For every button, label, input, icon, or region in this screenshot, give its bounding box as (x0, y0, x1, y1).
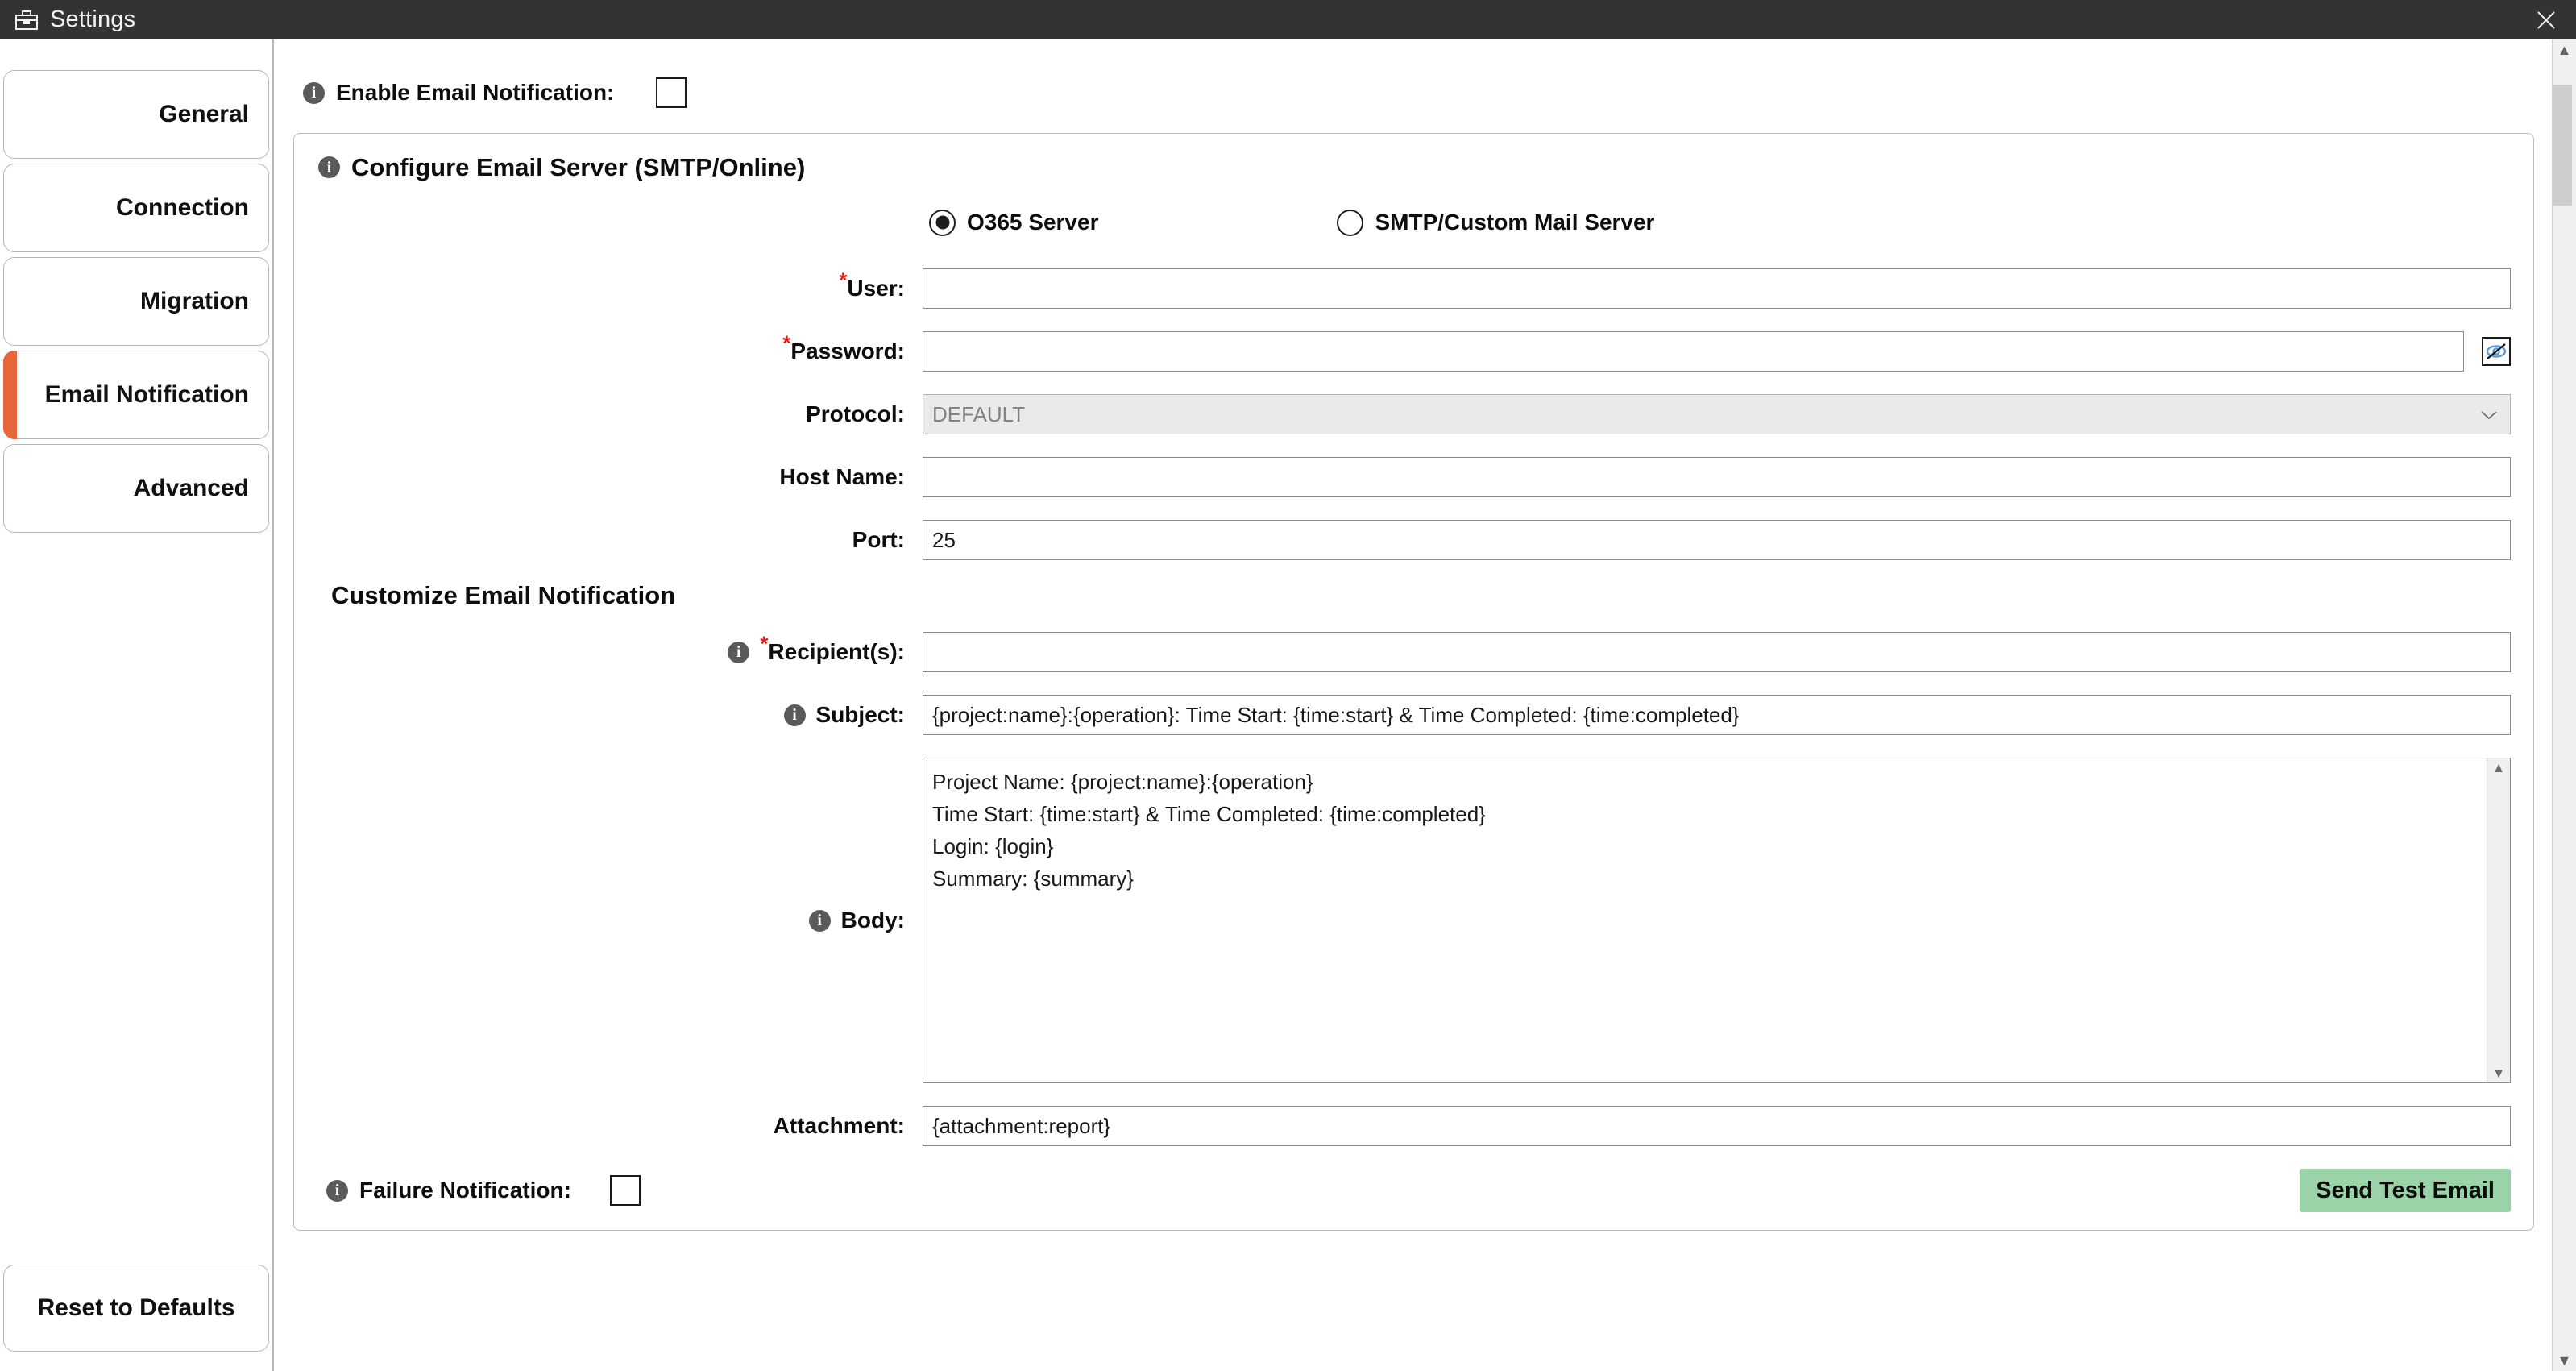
recipients-label: *Recipient(s): (760, 641, 905, 663)
settings-content: i Enable Email Notification: i Configure… (274, 39, 2552, 1371)
radio-label: SMTP/Custom Mail Server (1375, 211, 1654, 234)
configure-email-server-panel: i Configure Email Server (SMTP/Online) O… (293, 133, 2534, 1231)
host-name-row: Host Name: (317, 457, 2511, 497)
protocol-label-group: Protocol: (317, 403, 923, 426)
body-textarea-wrapper: Project Name: {project:name}:{operation}… (923, 758, 2511, 1083)
body-label-group: i Body: (317, 758, 923, 1083)
protocol-selected-value: DEFAULT (932, 404, 1025, 425)
host-name-input[interactable] (923, 457, 2511, 497)
password-input[interactable] (923, 331, 2464, 372)
user-row: *User: (317, 268, 2511, 309)
radio-smtp-custom-mail-server[interactable]: SMTP/Custom Mail Server (1337, 210, 1654, 236)
recipients-input[interactable] (923, 632, 2511, 672)
scroll-up-icon[interactable]: ▲ (2492, 761, 2506, 775)
sidebar-item-email-notification[interactable]: Email Notification (3, 351, 269, 439)
attachment-row: Attachment: (317, 1106, 2511, 1146)
scrollbar-track[interactable] (2553, 57, 2576, 1353)
attachment-input[interactable] (923, 1106, 2511, 1146)
port-input[interactable] (923, 520, 2511, 560)
scroll-down-icon[interactable]: ▼ (2557, 1353, 2572, 1368)
failure-notification-row: i Failure Notification: Send Test Email (317, 1169, 2511, 1212)
body-scrollbar[interactable]: ▲ ▼ (2487, 758, 2510, 1082)
radio-indicator (929, 210, 956, 236)
sidebar-item-label: Connection (116, 196, 249, 220)
sidebar-item-connection[interactable]: Connection (3, 164, 269, 252)
send-test-email-button[interactable]: Send Test Email (2300, 1169, 2511, 1212)
user-label: *User: (839, 277, 905, 300)
host-name-label-group: Host Name: (317, 466, 923, 488)
required-marker: * (760, 632, 768, 656)
subject-label: Subject: (816, 704, 905, 726)
subject-row: i Subject: (317, 695, 2511, 735)
window-title-bar: Settings (0, 0, 2576, 39)
window-title: Settings (50, 8, 135, 31)
sidebar-item-label: Email Notification (45, 383, 249, 407)
chevron-down-icon (2481, 405, 2497, 423)
info-icon[interactable]: i (784, 704, 806, 726)
attachment-label-group: Attachment: (317, 1115, 923, 1137)
radio-o365-server[interactable]: O365 Server (929, 210, 1098, 236)
body-row: i Body: Project Name: {project:name}:{op… (317, 758, 2511, 1083)
required-marker: * (839, 268, 847, 293)
radio-indicator (1337, 210, 1363, 236)
panel-title: Configure Email Server (SMTP/Online) (351, 155, 805, 180)
settings-body: General Connection Migration Email Notif… (0, 39, 2576, 1371)
password-label: *Password: (782, 340, 905, 363)
recipients-label-group: i *Recipient(s): (317, 641, 923, 663)
attachment-label: Attachment: (774, 1115, 905, 1137)
failure-notification-checkbox[interactable] (610, 1175, 641, 1206)
scroll-up-icon[interactable]: ▲ (2557, 43, 2572, 57)
body-label: Body: (841, 909, 905, 932)
port-label-group: Port: (317, 529, 923, 551)
reset-button-container: Reset to Defaults (3, 1265, 269, 1352)
subject-label-group: i Subject: (317, 704, 923, 726)
subject-input[interactable] (923, 695, 2511, 735)
body-textarea[interactable]: Project Name: {project:name}:{operation}… (923, 758, 2487, 1082)
page-scrollbar[interactable]: ▲ ▼ (2552, 39, 2576, 1371)
sidebar-item-migration[interactable]: Migration (3, 257, 269, 346)
info-icon[interactable]: i (326, 1180, 348, 1202)
enable-email-notification-label: Enable Email Notification: (336, 81, 614, 104)
scroll-down-icon[interactable]: ▼ (2492, 1066, 2506, 1080)
briefcase-icon (13, 8, 40, 32)
scrollbar-thumb[interactable] (2553, 85, 2572, 206)
sidebar-item-label: Advanced (134, 476, 249, 501)
sidebar-item-label: Migration (140, 289, 249, 314)
reset-to-defaults-button[interactable]: Reset to Defaults (3, 1265, 269, 1352)
panel-title-row: i Configure Email Server (SMTP/Online) (317, 155, 2511, 180)
server-type-radio-group: O365 Server SMTP/Custom Mail Server (317, 204, 2511, 241)
protocol-label: Protocol: (806, 403, 905, 426)
port-label: Port: (852, 529, 905, 551)
eye-slash-icon[interactable] (2482, 337, 2511, 366)
password-row: *Password: (317, 331, 2511, 372)
user-input[interactable] (923, 268, 2511, 309)
recipients-row: i *Recipient(s): (317, 632, 2511, 672)
close-icon[interactable] (2529, 3, 2563, 37)
info-icon[interactable]: i (303, 82, 325, 104)
sidebar-item-advanced[interactable]: Advanced (3, 444, 269, 533)
port-row: Port: (317, 520, 2511, 560)
settings-sidebar: General Connection Migration Email Notif… (0, 39, 274, 1371)
required-marker: * (782, 331, 790, 355)
info-icon[interactable]: i (728, 642, 749, 663)
user-label-group: *User: (317, 277, 923, 300)
info-icon[interactable]: i (809, 910, 831, 932)
radio-label: O365 Server (967, 211, 1098, 234)
sidebar-item-general[interactable]: General (3, 70, 269, 159)
customize-email-notification-heading: Customize Email Notification (331, 583, 2511, 608)
password-label-group: *Password: (317, 340, 923, 363)
enable-email-notification-checkbox[interactable] (656, 77, 687, 108)
sidebar-item-label: General (159, 102, 249, 127)
failure-notification-label: Failure Notification: (359, 1179, 571, 1202)
info-icon[interactable]: i (318, 156, 340, 178)
enable-email-notification-row: i Enable Email Notification: (293, 75, 2534, 110)
protocol-select[interactable]: DEFAULT (923, 394, 2511, 434)
host-name-label: Host Name: (779, 466, 905, 488)
protocol-row: Protocol: DEFAULT (317, 394, 2511, 434)
